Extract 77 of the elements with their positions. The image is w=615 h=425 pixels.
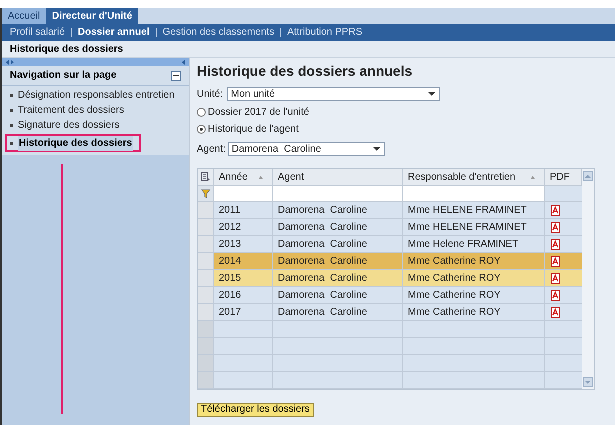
nav-link[interactable]: Gestion des classements [162,25,274,40]
bullet-icon [10,142,13,144]
row-selector[interactable] [198,270,214,286]
bullet-icon [10,124,13,127]
table-cell: Damorena Caroline [273,270,403,286]
agent-dropdown[interactable]: Damorena Caroline [228,142,385,156]
sidebar-item[interactable]: Traitement des dossiers [18,103,124,118]
agent-label: Agent: [197,142,226,156]
table-settings-icon[interactable] [200,172,210,182]
nav-link[interactable]: Profil salarié [10,25,66,40]
table-cell: Mme Catherine ROY [403,304,545,320]
collapse-arrow-icon[interactable] [182,60,185,64]
table-cell: Mme Catherine ROY [403,253,545,269]
table-cell: Mme Catherine ROY [403,270,545,286]
table-cell: Damorena Caroline [273,287,403,303]
column-header[interactable]: Responsable d'entretien [403,169,545,185]
unit-label: Unité: [197,88,224,102]
nav-tab[interactable]: Accueil [2,8,46,24]
bullet-icon [10,94,13,97]
pdf-icon[interactable] [551,256,560,266]
table-cell: 2017 [214,304,273,320]
download-button[interactable]: Télécharger les dossiers [197,403,314,417]
row-selector[interactable] [198,287,214,303]
nav-link[interactable]: Dossier annuel [78,25,150,40]
table-cell [545,338,582,354]
sort-icon[interactable] [531,176,535,178]
minimize-icon[interactable] [171,70,181,80]
radio-button[interactable] [197,125,206,134]
nav-link[interactable]: Attribution PPRS [287,25,362,40]
filter-field[interactable] [214,186,273,201]
table-cell: Mme Catherine ROY [403,287,545,303]
table-cell: Mme HELENE FRAMINET [403,219,545,235]
sidebar-item[interactable]: Désignation responsables entretien [18,88,175,103]
breadcrumb: Historique des dossiers [10,42,124,56]
pdf-icon[interactable] [551,222,560,232]
bullet-icon [10,109,13,112]
column-header[interactable]: Année [214,169,273,185]
pdf-icon[interactable] [551,290,560,300]
row-selector[interactable] [198,219,214,235]
row-selector[interactable] [198,236,214,252]
row-selector[interactable] [198,253,214,269]
row-selector[interactable] [198,304,214,320]
table-cell: Mme HELENE FRAMINET [403,202,545,218]
filter-field[interactable] [403,186,545,201]
table-cell: Damorena Caroline [273,304,403,320]
radio-label: Dossier 2017 de l'unité [208,106,310,120]
table-cell: 2016 [214,287,273,303]
sidebar-item[interactable]: Historique des dossiers [18,136,134,150]
sidebar-item[interactable]: Signature des dossiers [18,118,120,133]
sidebar-title: Navigation sur la page [10,69,117,83]
table-cell: 2011 [214,202,273,218]
pdf-icon[interactable] [551,272,560,284]
table-cell: Damorena Caroline [273,253,403,269]
table-cell [545,355,582,371]
radio-label: Historique de l'agent [208,123,299,137]
column-header[interactable]: Agent [273,169,403,185]
radio-button[interactable] [197,108,206,117]
nav-tab[interactable]: Directeur d'Unité [46,8,138,24]
scroll-arrows-icon[interactable] [6,60,14,64]
table-cell: Damorena Caroline [273,202,403,218]
pdf-icon[interactable] [551,306,560,318]
unit-dropdown[interactable]: Mon unité [227,87,440,101]
table-cell [545,372,582,388]
scrollbar[interactable] [582,169,594,389]
pdf-icon[interactable] [551,238,560,250]
table-cell: Damorena Caroline [273,219,403,235]
filter-field[interactable] [273,186,403,201]
table-cell: 2014 [214,253,273,269]
filter-icon[interactable] [200,188,210,198]
sort-icon[interactable] [259,176,263,178]
table-cell: Mme Helene FRAMINET [403,236,545,252]
table-cell: Damorena Caroline [273,236,403,252]
table-cell: 2012 [214,219,273,235]
table-cell: 2015 [214,270,273,286]
table-cell: 2013 [214,236,273,252]
page-title: Historique des dossiers annuels [197,62,414,81]
pdf-icon[interactable] [551,204,560,216]
